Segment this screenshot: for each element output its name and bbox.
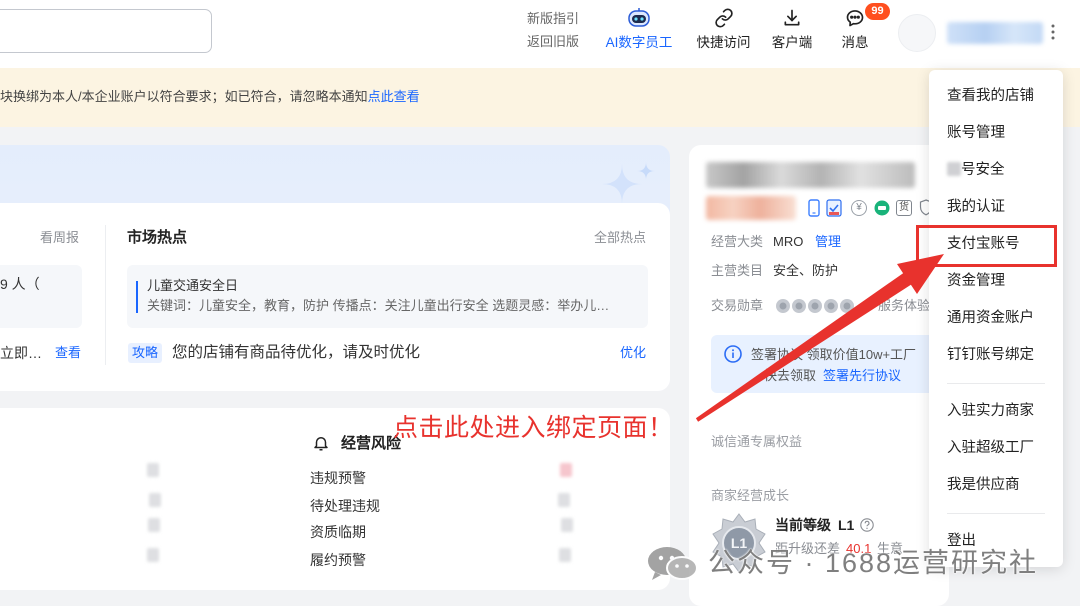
business-risk-title: 经营风险 xyxy=(341,435,402,452)
username-blurred[interactable] xyxy=(947,22,1043,44)
menu-i-am-supplier[interactable]: 我是供应商 xyxy=(929,467,1063,504)
main-category-value: 安全、防护 xyxy=(773,263,839,278)
risk-item-fulfillment-warning[interactable]: 履约预警 xyxy=(310,550,366,570)
tip-tag: 攻略 xyxy=(128,343,162,363)
more-vertical-icon[interactable] xyxy=(1050,23,1056,41)
menu-divider xyxy=(947,383,1045,384)
verified-badge-icon[interactable] xyxy=(826,199,842,217)
column-divider xyxy=(105,225,106,365)
watermark-text: 公众号 · 1688运营研究社 xyxy=(708,548,1039,578)
weekly-report-link[interactable]: 看周报 xyxy=(40,228,79,248)
risk-item-license-expiring[interactable]: 资质临期 xyxy=(310,522,366,542)
hot-topic-title: 儿童交通安全日 xyxy=(147,278,239,293)
trade-medal-icons[interactable] xyxy=(775,298,857,314)
info-icon xyxy=(724,345,742,363)
shop-subtitle-blurred xyxy=(706,196,796,220)
robot-icon xyxy=(627,7,651,29)
nav-quick-access[interactable]: 快捷访问 xyxy=(690,0,757,60)
optimize-link[interactable]: 优化 xyxy=(620,343,646,363)
blurred-value xyxy=(148,518,160,532)
all-hot-topics-link[interactable]: 全部热点 xyxy=(594,228,646,248)
category-value: MRO xyxy=(773,234,804,249)
highlight-box-alipay xyxy=(916,225,1057,267)
hot-topic-accent-bar xyxy=(136,281,138,313)
promo-line-2: 快去领取 xyxy=(764,368,817,383)
promo-line-1: 签署协议 领取价值10w+工厂 xyxy=(751,347,917,362)
shop-name-blurred xyxy=(706,162,915,188)
blurred-value xyxy=(147,463,159,477)
notice-message: 块换绑为本人/本企业账户以符合要求；如已符合，请忽略本通知点此查看 xyxy=(0,87,420,107)
trade-medals-label: 交易勋章 xyxy=(711,298,764,313)
message-count-badge: 99 xyxy=(865,3,890,20)
blurred-value xyxy=(561,518,573,532)
category-manage-link[interactable]: 管理 xyxy=(815,232,841,252)
sparkle-decoration xyxy=(596,158,660,204)
nav-client-download[interactable]: 客户端 xyxy=(765,0,819,60)
notice-view-link[interactable]: 点此查看 xyxy=(368,89,420,104)
menu-general-fund-account[interactable]: 通用资金账户 xyxy=(929,300,1063,337)
menu-join-super-factory[interactable]: 入驻超级工厂 xyxy=(929,430,1063,467)
message-icon xyxy=(843,7,867,29)
weekly-view-link[interactable]: 查看 xyxy=(55,343,81,363)
weekly-stat-text: 9 人（ xyxy=(0,276,40,292)
bell-icon xyxy=(312,433,330,453)
new-guide-link[interactable]: 新版指引 xyxy=(527,9,579,29)
wechat-icon xyxy=(645,545,701,583)
goods-icon[interactable]: 货 xyxy=(896,200,912,216)
tip-text: 您的店铺有商品待优化，请及时优化 xyxy=(172,344,421,361)
menu-view-my-shop[interactable]: 查看我的店铺 xyxy=(929,78,1063,115)
benefits-label: 诚信通专属权益 xyxy=(711,434,803,449)
hot-topics-title: 市场热点 xyxy=(127,229,188,246)
blurred-value xyxy=(149,493,161,507)
yen-icon[interactable]: ¥ xyxy=(851,200,867,216)
growth-label: 商家经营成长 xyxy=(711,488,790,503)
blurred-char xyxy=(947,162,961,176)
nav-ai-employee-label: AI数字员工 xyxy=(605,35,673,50)
notice-text: 块换绑为本人/本企业账户以符合要求；如已符合，请忽略本通知 xyxy=(0,89,368,104)
nav-client-label: 客户端 xyxy=(771,35,813,50)
menu-account-security[interactable]: 号安全 xyxy=(929,152,1063,189)
annotation-text: 点击此处进入绑定页面！ xyxy=(393,414,674,442)
risk-item-violation-warning[interactable]: 违规预警 xyxy=(310,468,366,488)
service-experience-label: 服务体验 xyxy=(878,298,931,313)
nav-quick-access-label: 快捷访问 xyxy=(696,35,751,50)
main-category-label: 主营类目 xyxy=(711,263,764,278)
hot-topic-description: 关键词：儿童安全，教育，防护 传播点：关注儿童出行安全 选题灵感：举办儿… xyxy=(147,298,610,313)
menu-dingtalk-binding[interactable]: 钉钉账号绑定 xyxy=(929,337,1063,374)
menu-fund-management[interactable]: 资金管理 xyxy=(929,263,1063,300)
search-input[interactable] xyxy=(0,9,212,53)
blurred-value xyxy=(558,493,570,507)
blurred-value xyxy=(559,548,571,562)
nav-ai-employee[interactable]: AI数字员工 xyxy=(600,0,678,60)
current-level-label: 当前等级 xyxy=(775,517,831,533)
menu-account-management[interactable]: 账号管理 xyxy=(929,115,1063,152)
blurred-value xyxy=(147,548,159,562)
menu-account-security-label: 号安全 xyxy=(961,162,1005,178)
risk-item-pending-violation[interactable]: 待处理违规 xyxy=(310,496,380,516)
menu-my-certification[interactable]: 我的认证 xyxy=(929,189,1063,226)
category-label: 经营大类 xyxy=(711,234,764,249)
nav-messages-label: 消息 xyxy=(841,35,869,50)
current-level-value: L1 xyxy=(838,517,855,533)
sign-agreement-link[interactable]: 签署先行协议 xyxy=(823,366,901,386)
download-icon xyxy=(780,7,804,29)
mobile-icon[interactable] xyxy=(808,199,820,217)
back-to-old-version-link[interactable]: 返回旧版 xyxy=(527,32,579,52)
green-badge-icon[interactable] xyxy=(874,200,890,216)
link-icon xyxy=(712,7,736,29)
menu-divider xyxy=(947,513,1045,514)
menu-join-strong-merchant[interactable]: 入驻实力商家 xyxy=(929,393,1063,430)
avatar[interactable] xyxy=(898,14,936,52)
blurred-value xyxy=(560,463,572,477)
question-icon[interactable] xyxy=(860,518,874,532)
weekly-action-text: 立即… xyxy=(0,345,42,361)
account-dropdown-menu: 查看我的店铺 账号管理 号安全 我的认证 支付宝账号 资金管理 通用资金账户 钉… xyxy=(929,70,1063,567)
